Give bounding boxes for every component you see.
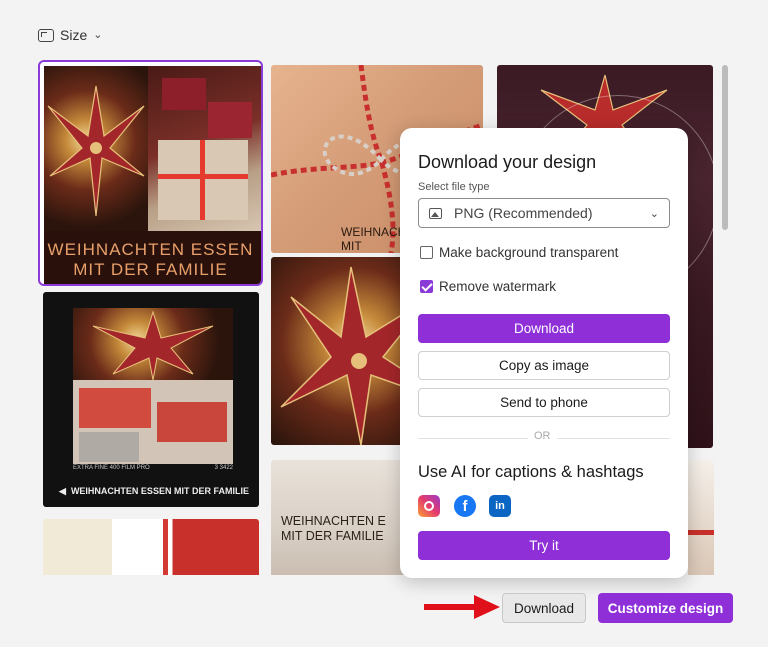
scrollbar-thumb[interactable] bbox=[722, 65, 728, 230]
popup-title: Download your design bbox=[418, 152, 597, 172]
ribbon bbox=[158, 174, 248, 179]
resize-icon bbox=[38, 28, 54, 42]
transparent-bg-checkbox[interactable]: Make background transparent bbox=[420, 245, 618, 260]
popup-download-button[interactable]: Download bbox=[418, 314, 670, 343]
film-text: EXTRA FINE 400 FILM PRO 3 3422 bbox=[73, 465, 233, 471]
ribbon bbox=[163, 519, 168, 575]
tile-caption: WEIHNACHTEN E MIT DER FAMILIE bbox=[281, 514, 386, 543]
file-type-label: Select file type bbox=[418, 181, 490, 193]
tile-caption: ◀ WEIHNACHTEN ESSEN MIT DER FAMILIE bbox=[59, 486, 249, 496]
remove-watermark-checkbox[interactable]: Remove watermark bbox=[420, 279, 556, 294]
linkedin-icon[interactable]: in bbox=[489, 495, 511, 517]
gift-image bbox=[148, 66, 261, 231]
design-tile-7[interactable] bbox=[43, 519, 259, 575]
star-image bbox=[44, 66, 148, 231]
customize-design-button[interactable]: Customize design bbox=[598, 593, 733, 623]
tile-caption: WEIHNACHTEN ESSEN MIT DER FAMILIE bbox=[47, 240, 254, 279]
chevron-down-icon: ⌄ bbox=[93, 28, 103, 41]
facebook-icon[interactable]: f bbox=[454, 495, 476, 517]
file-type-value: PNG (Recommended) bbox=[454, 205, 593, 221]
file-type-select[interactable]: PNG (Recommended) ⌄ bbox=[418, 198, 670, 228]
ribbon bbox=[200, 140, 205, 220]
remove-watermark-label: Remove watermark bbox=[439, 279, 557, 294]
size-label: Size bbox=[60, 27, 88, 43]
transparent-bg-label: Make background transparent bbox=[439, 245, 619, 260]
star-image bbox=[73, 308, 233, 381]
gift-image bbox=[73, 380, 233, 464]
image-icon bbox=[429, 207, 442, 219]
send-to-phone-button[interactable]: Send to phone bbox=[418, 388, 670, 417]
film-stock: EXTRA FINE 400 FILM PRO bbox=[73, 465, 150, 471]
gift-box bbox=[157, 402, 227, 442]
copy-as-image-button[interactable]: Copy as image bbox=[418, 351, 670, 380]
ai-captions-title: Use AI for captions & hashtags bbox=[418, 463, 644, 481]
instagram-icon[interactable] bbox=[418, 495, 440, 517]
or-label: OR bbox=[528, 430, 557, 442]
ribbon bbox=[688, 530, 714, 535]
star-ornament bbox=[92, 310, 214, 381]
film-numbers: 3 3422 bbox=[214, 465, 233, 471]
gift-box bbox=[162, 78, 206, 110]
design-tile-4[interactable]: EXTRA FINE 400 FILM PRO 3 3422 ◀ WEIHNAC… bbox=[43, 292, 259, 507]
gift-box bbox=[79, 432, 139, 462]
star-ornament bbox=[47, 85, 145, 217]
try-it-button[interactable]: Try it bbox=[418, 531, 670, 560]
design-tile-1[interactable]: WEIHNACHTEN ESSEN MIT DER FAMILIE bbox=[38, 60, 263, 286]
chevron-down-icon: ⌄ bbox=[649, 207, 659, 220]
gift-box bbox=[208, 102, 252, 138]
tile-caption-text: WEIHNACHTEN ESSEN MIT DER FAMILIE bbox=[70, 486, 249, 496]
design-tile-8[interactable] bbox=[688, 460, 714, 575]
size-dropdown[interactable]: Size ⌄ bbox=[38, 27, 102, 43]
footer-download-button[interactable]: Download bbox=[502, 593, 586, 623]
checkbox-box-checked[interactable] bbox=[420, 280, 433, 293]
download-popup: Download your design Select file type PN… bbox=[400, 128, 688, 578]
red-arrow-annotation bbox=[424, 595, 500, 619]
checkbox-box[interactable] bbox=[420, 246, 433, 259]
gift-box bbox=[79, 388, 151, 428]
